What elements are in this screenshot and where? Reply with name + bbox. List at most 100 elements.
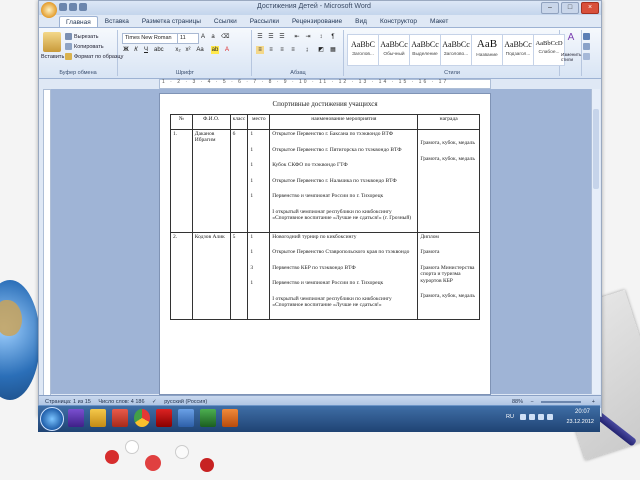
tab-page-layout[interactable]: Разметка страницы [136, 16, 207, 27]
change-case-icon[interactable]: Aa [196, 46, 204, 54]
student-class: 6 [229, 129, 249, 233]
clock-date[interactable]: 23.12.2012 [566, 419, 594, 425]
word-window: Достижения Детей - Microsoft Word – □ × … [38, 0, 602, 417]
shading-icon[interactable]: ◩ [317, 46, 325, 54]
clipboard-group-label: Буфер обмена [59, 70, 97, 76]
tab-home[interactable]: Главная [59, 16, 98, 27]
style-tile[interactable]: AaBbCc Подзагол... [502, 34, 534, 66]
bold-button[interactable]: Ж [122, 46, 130, 54]
title-bar: Достижения Детей - Microsoft Word – □ × [39, 1, 601, 18]
folder-icon[interactable] [90, 409, 106, 427]
table-header-row: № Ф.И.О. класс место наименование меропр… [170, 114, 480, 130]
shrink-font-icon[interactable]: a [209, 33, 217, 41]
sort-icon[interactable]: ↕ [317, 33, 325, 41]
events-cell: Открытое Первенство г. Баксана по тхэкво… [269, 129, 419, 233]
zoom-slider[interactable] [541, 400, 582, 403]
header-place: место [247, 114, 271, 130]
grow-font-icon[interactable]: A [199, 33, 207, 41]
clock-time[interactable]: 20:07 [575, 409, 590, 415]
student-class: 5 [229, 231, 249, 320]
change-styles-button[interactable]: Изменить стили [561, 52, 581, 62]
tab-review[interactable]: Рецензирование [286, 16, 348, 27]
highlight-icon[interactable]: ab [211, 46, 219, 54]
excel-taskbar-icon[interactable] [200, 409, 216, 427]
tab-references[interactable]: Ссылки [208, 16, 243, 27]
align-left-icon[interactable]: ≡ [256, 46, 264, 54]
select-button[interactable] [583, 53, 592, 60]
borders-icon[interactable]: ▦ [329, 46, 337, 54]
font-size-select[interactable]: 11 [177, 33, 199, 44]
find-button[interactable] [583, 33, 592, 40]
style-tile[interactable]: AaBbCc Обычный [378, 34, 410, 66]
format-painter-button[interactable]: Формат по образцу [65, 53, 123, 60]
font-color-icon[interactable]: A [223, 46, 231, 54]
superscript-icon[interactable]: x² [184, 46, 192, 54]
tab-view[interactable]: Вид [349, 16, 373, 27]
undo-icon[interactable] [69, 3, 77, 11]
window-title: Достижения Детей - Microsoft Word [257, 3, 371, 10]
header-name: Ф.И.О. [191, 114, 231, 130]
vertical-ruler[interactable] [43, 89, 51, 396]
paste-icon[interactable] [43, 32, 61, 52]
maximize-button[interactable]: □ [561, 2, 579, 14]
align-center-icon[interactable]: ≡ [267, 46, 275, 54]
line-spacing-icon[interactable]: ↨ [303, 46, 311, 54]
start-button[interactable] [40, 407, 64, 431]
network-icon[interactable] [529, 414, 535, 420]
tab-insert[interactable]: Вставка [99, 16, 135, 27]
cut-button[interactable]: Вырезать [65, 33, 98, 40]
language-indicator-tray[interactable]: RU [506, 414, 514, 420]
redo-icon[interactable] [79, 3, 87, 11]
underline-button[interactable]: Ч [142, 46, 150, 54]
clear-format-icon[interactable]: ⌫ [221, 33, 229, 41]
change-styles-icon[interactable]: A [565, 33, 577, 43]
system-tray: RU 20:07 23.12.2012 [506, 408, 596, 430]
multilevel-list-icon[interactable]: ☰ [278, 33, 286, 41]
bullets-icon[interactable]: ☰ [256, 33, 264, 41]
horizontal-ruler[interactable]: 1 · 2 · 3 · 4 · 5 · 6 · 7 · 8 · 9 · 10 ·… [159, 79, 491, 89]
pilcrow-icon[interactable]: ¶ [329, 33, 337, 41]
font-group: Times New Roman 11 A a ⌫ Ж К Ч abc x₂ x²… [119, 30, 252, 76]
word-taskbar-icon[interactable] [178, 409, 194, 427]
align-right-icon[interactable]: ≡ [278, 46, 286, 54]
increase-indent-icon[interactable]: ⇥ [304, 33, 312, 41]
save-icon[interactable] [59, 3, 67, 11]
subscript-icon[interactable]: x₂ [174, 46, 182, 54]
cursor-icon [583, 53, 590, 60]
numbering-icon[interactable]: ☰ [267, 33, 275, 41]
volume-icon[interactable] [538, 414, 544, 420]
powerpoint-taskbar-icon[interactable] [222, 409, 238, 427]
awards-cell: Грамота, кубок, медаль Грамота, кубок, м… [417, 129, 480, 233]
office-button[interactable] [41, 2, 57, 18]
strikethrough-icon[interactable]: abc [154, 46, 164, 54]
tab-design[interactable]: Конструктор [374, 16, 423, 27]
change-styles-group: A Изменить стили [561, 30, 582, 76]
paste-button[interactable]: Вставить [41, 54, 64, 60]
flag-icon[interactable] [520, 414, 526, 420]
power-icon[interactable] [547, 414, 553, 420]
scrollbar-thumb[interactable] [593, 109, 599, 189]
chrome-icon[interactable] [134, 409, 150, 427]
tab-layout[interactable]: Макет [424, 16, 454, 27]
justify-icon[interactable]: ≡ [289, 46, 297, 54]
taskbar-app-icon[interactable] [68, 409, 84, 427]
minimize-button[interactable]: – [541, 2, 559, 14]
styles-group-label: Стили [444, 70, 460, 76]
replace-button[interactable] [583, 43, 592, 50]
vertical-scrollbar[interactable] [591, 89, 600, 394]
decrease-indent-icon[interactable]: ⇤ [293, 33, 301, 41]
style-tile[interactable]: AaB Название [471, 34, 503, 66]
media-player-icon[interactable] [112, 409, 128, 427]
close-button[interactable]: × [581, 2, 599, 14]
style-tile[interactable]: AaBbCc Заголово... [440, 34, 472, 66]
font-name-select[interactable]: Times New Roman [122, 33, 178, 44]
copy-button[interactable]: Копировать [65, 43, 104, 50]
kaspersky-icon[interactable] [156, 409, 172, 427]
italic-button[interactable]: К [132, 46, 140, 54]
font-group-label: Шрифт [175, 70, 195, 76]
document-page[interactable]: Спортивные достижения учащихся № Ф.И.О. … [159, 93, 491, 395]
awards-cell: Диплом Грамота Грамота Министерства спор… [417, 231, 480, 320]
style-tile[interactable]: AaBbCc Выделение [409, 34, 441, 66]
style-tile[interactable]: AaBbC Заголов... [347, 34, 379, 66]
tab-mailings[interactable]: Рассылки [244, 16, 285, 27]
